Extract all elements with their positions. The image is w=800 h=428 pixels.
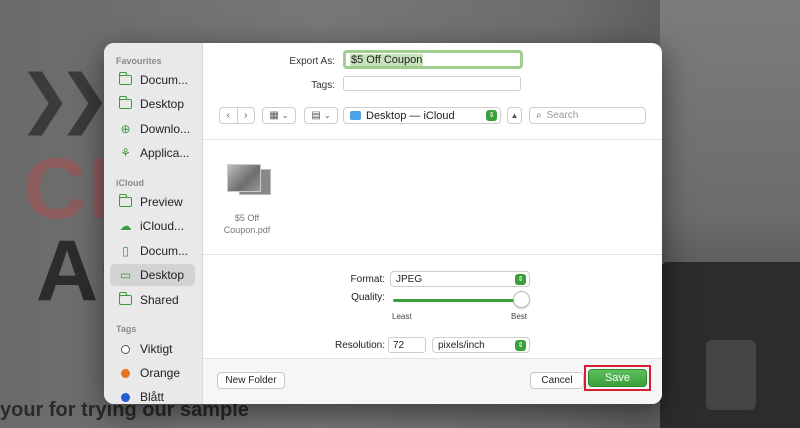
sidebar-item-documents[interactable]: Docum... (110, 69, 195, 91)
export-options: Format: JPEG ⇕ Quality: Least Best Resol… (203, 254, 662, 358)
sidebar-item-desktop[interactable]: Desktop (110, 93, 195, 115)
cloud-icon: ☁ (119, 219, 132, 233)
sidebar-tag-viktigt[interactable]: Viktigt (110, 338, 195, 360)
sidebar-item-label: Orange (140, 366, 181, 380)
quality-slider-knob[interactable] (513, 291, 530, 308)
export-dialog: Favourites Docum... Desktop ⊕ Downlo... … (104, 43, 662, 404)
sidebar-item-icloud-documents[interactable]: ▯ Docum... (110, 240, 195, 262)
file-browser: $5 Off Coupon.pdf (203, 140, 662, 254)
back-icon[interactable]: ‹ (220, 110, 237, 121)
applications-icon: ⚘ (120, 146, 131, 160)
resolution-unit-value: pixels/inch (438, 339, 485, 351)
sidebar-item-downloads[interactable]: ⊕ Downlo... (110, 118, 195, 140)
main-panel: Export As: $5 Off Coupon Tags: ‹ › ▦ ⌄ ▤ ⌄… (203, 43, 662, 404)
collapse-button[interactable]: ▲ (507, 107, 522, 124)
save-button[interactable]: Save (588, 369, 647, 387)
sidebar-item-label: Downlo... (140, 122, 191, 136)
location-value: Desktop — iCloud (366, 109, 455, 122)
back-forward-buttons: ‹ › (219, 107, 255, 124)
sidebar-header-tags: Tags (116, 324, 137, 334)
sidebar-header-favourites: Favourites (116, 56, 162, 66)
sidebar-item-label: Desktop (140, 97, 185, 111)
chevron-updown-icon: ⇕ (515, 340, 526, 351)
sidebar-item-label: Applica... (140, 146, 190, 160)
forward-icon[interactable]: › (238, 110, 255, 121)
group-icon: ▤ (311, 110, 321, 121)
export-as-value: $5 Off Coupon (350, 53, 424, 66)
tag-dot-icon (118, 392, 133, 402)
chevron-up-icon: ▲ (510, 111, 519, 120)
background-device-detail (706, 340, 756, 410)
search-input[interactable]: ⌕ Search (529, 107, 646, 124)
tag-dot-icon (118, 368, 133, 378)
export-header: Export As: $5 Off Coupon Tags: ‹ › ▦ ⌄ ▤ ⌄… (203, 43, 662, 140)
document-icon: ▯ (122, 244, 129, 258)
format-select[interactable]: JPEG ⇕ (390, 271, 530, 287)
format-value: JPEG (396, 273, 423, 285)
new-folder-button[interactable]: New Folder (217, 372, 285, 389)
sidebar-item-applications[interactable]: ⚘ Applica... (110, 142, 195, 164)
sidebar-item-shared[interactable]: Shared (110, 289, 195, 311)
folder-icon (118, 194, 133, 207)
desktop-icon: ▭ (119, 268, 132, 282)
file-name: $5 Off Coupon.pdf (223, 213, 271, 235)
chevron-down-icon: ⌄ (323, 111, 331, 120)
cancel-button[interactable]: Cancel (530, 372, 584, 389)
folder-icon (118, 96, 133, 109)
resolution-label: Resolution: (334, 340, 385, 351)
sidebar-item-label: Desktop (140, 268, 185, 282)
sidebar-header-icloud: iCloud (116, 178, 144, 188)
export-as-field[interactable]: $5 Off Coupon (343, 50, 523, 69)
quality-max-label: Best (511, 312, 528, 321)
view-mode-button[interactable]: ▦ ⌄ (262, 107, 296, 124)
chevron-updown-icon: ⇕ (486, 110, 497, 121)
tags-label: Tags: (311, 80, 335, 91)
sidebar-item-preview[interactable]: Preview (110, 191, 195, 213)
resolution-unit-select[interactable]: pixels/inch ⇕ (432, 337, 530, 353)
resolution-input[interactable]: 72 (388, 337, 426, 353)
quality-min-label: Least (392, 312, 412, 321)
format-label: Format: (350, 274, 385, 285)
chevron-down-icon: ⌄ (281, 111, 289, 120)
pdf-thumbnail-icon (227, 164, 271, 198)
sidebar-item-label: iCloud... (140, 219, 185, 233)
sidebar-item-label: Docum... (140, 73, 189, 87)
quality-label: Quality: (351, 292, 385, 303)
sidebar-item-label: Preview (140, 195, 183, 209)
folder-icon (118, 72, 133, 85)
grid-view-icon: ▦ (269, 110, 279, 121)
location-select[interactable]: Desktop — iCloud ⇕ (343, 107, 501, 124)
sidebar-item-icloud-drive[interactable]: ☁ iCloud... (110, 215, 195, 237)
sidebar-item-label: Viktigt (140, 342, 173, 356)
sidebar-tag-orange[interactable]: Orange (110, 362, 195, 384)
sidebar-item-label: Blått (140, 390, 165, 404)
search-icon: ⌕ (536, 110, 542, 121)
folder-icon (350, 111, 361, 120)
sidebar-item-icloud-desktop[interactable]: ▭ Desktop (110, 264, 195, 286)
tag-dot-icon (118, 344, 133, 354)
group-button[interactable]: ▤ ⌄ (304, 107, 338, 124)
sidebar: Favourites Docum... Desktop ⊕ Downlo... … (104, 43, 203, 404)
shared-folder-icon (118, 292, 133, 305)
sidebar-item-label: Shared (140, 293, 179, 307)
sidebar-item-label: Docum... (140, 244, 189, 258)
search-placeholder: Search (546, 110, 579, 121)
export-as-label: Export As: (289, 56, 335, 67)
download-icon: ⊕ (120, 122, 131, 136)
sidebar-tag-blatt[interactable]: Blått (110, 386, 195, 404)
tags-field[interactable] (343, 76, 521, 91)
quality-slider[interactable] (393, 299, 522, 302)
chevron-updown-icon: ⇕ (515, 274, 526, 285)
